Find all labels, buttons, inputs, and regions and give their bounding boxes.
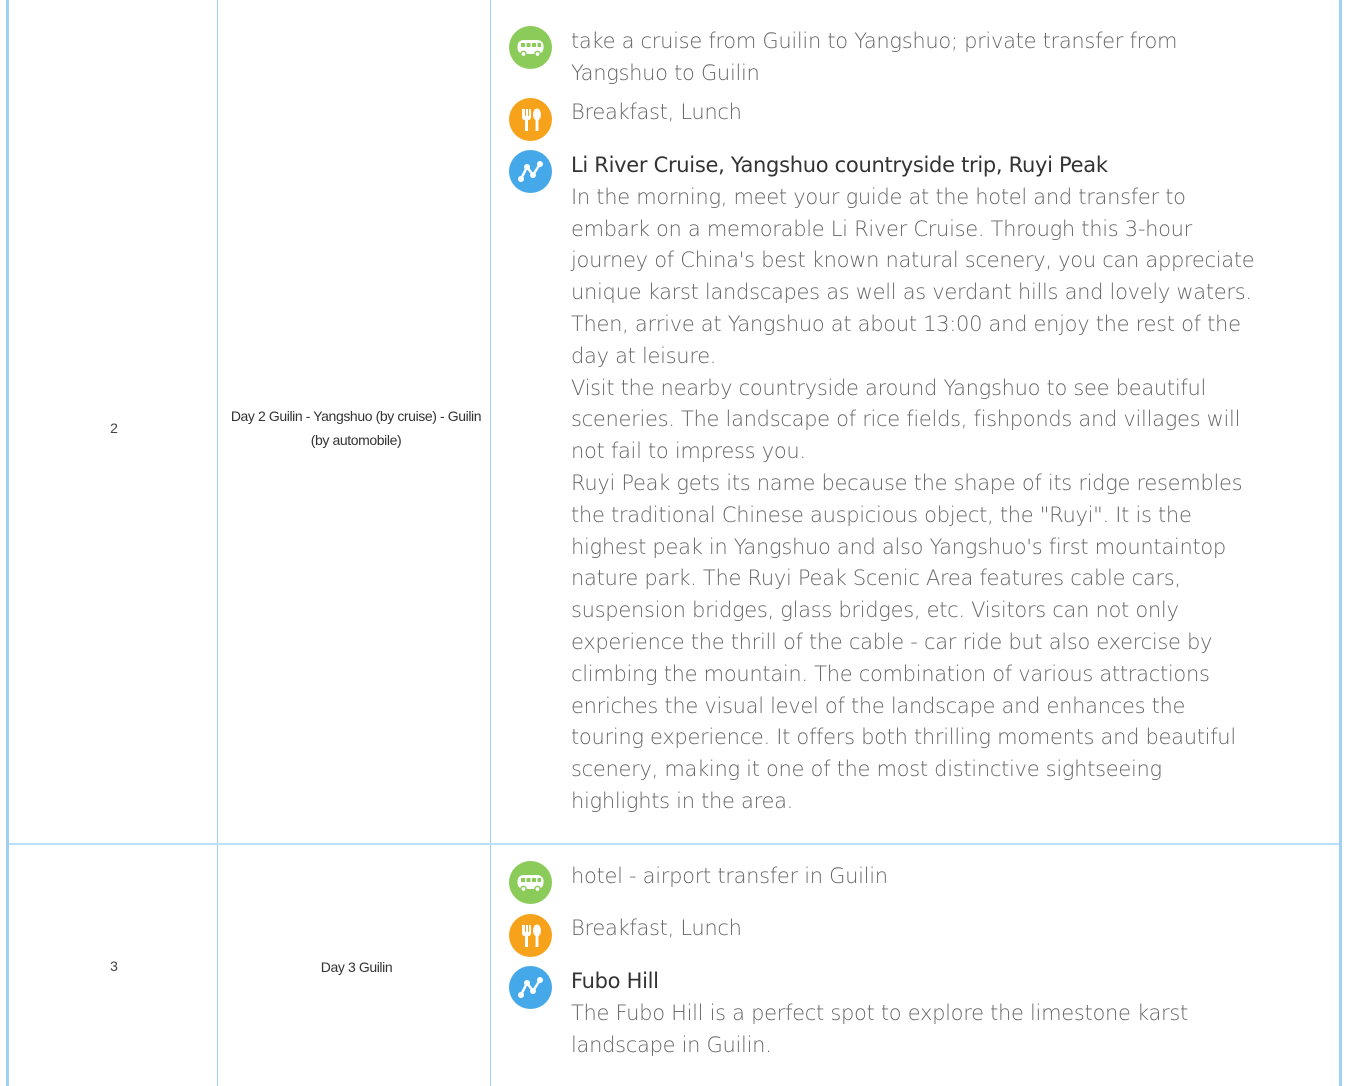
sights-title: Li River Cruise, Yangshuo countryside tr… bbox=[571, 153, 1108, 177]
sight-description: In the morning, meet your guide at the h… bbox=[571, 184, 1255, 368]
day-number: 3 bbox=[110, 958, 118, 974]
day-title: Day 3 Guilin bbox=[320, 959, 393, 975]
meals-text: Breakfast, Lunch bbox=[571, 100, 742, 124]
sight-description: Visit the nearby countryside around Yang… bbox=[571, 375, 1241, 464]
column-divider bbox=[217, 0, 218, 1086]
bus-icon bbox=[509, 861, 552, 904]
fork-spoon-icon bbox=[509, 914, 552, 957]
column-divider bbox=[490, 0, 491, 1086]
fork-spoon-icon bbox=[509, 98, 552, 141]
sights-block: Li River Cruise, Yangshuo countryside tr… bbox=[571, 150, 1261, 818]
transport-text: take a cruise from Guilin to Yangshuo; p… bbox=[571, 29, 1178, 85]
itinerary-table: 2 Day 2 Guilin - Yangshuo (by cruise) - … bbox=[6, 0, 1342, 1086]
bus-icon bbox=[509, 26, 552, 69]
day-number: 2 bbox=[110, 420, 118, 436]
sights-block: Fubo Hill The Fubo Hill is a perfect spo… bbox=[571, 966, 1261, 1061]
day-title: Day 2 Guilin - Yangshuo (by cruise) - Gu… bbox=[230, 408, 482, 448]
route-icon bbox=[509, 150, 552, 193]
transport-text: hotel - airport transfer in Guilin bbox=[571, 864, 888, 888]
sight-description: The Fubo Hill is a perfect spot to explo… bbox=[571, 1000, 1188, 1057]
row-divider bbox=[9, 843, 1339, 845]
sights-title: Fubo Hill bbox=[571, 969, 659, 993]
route-icon bbox=[509, 966, 552, 1009]
sight-description: Ruyi Peak gets its name because the shap… bbox=[571, 470, 1243, 813]
meals-text: Breakfast, Lunch bbox=[571, 916, 742, 940]
